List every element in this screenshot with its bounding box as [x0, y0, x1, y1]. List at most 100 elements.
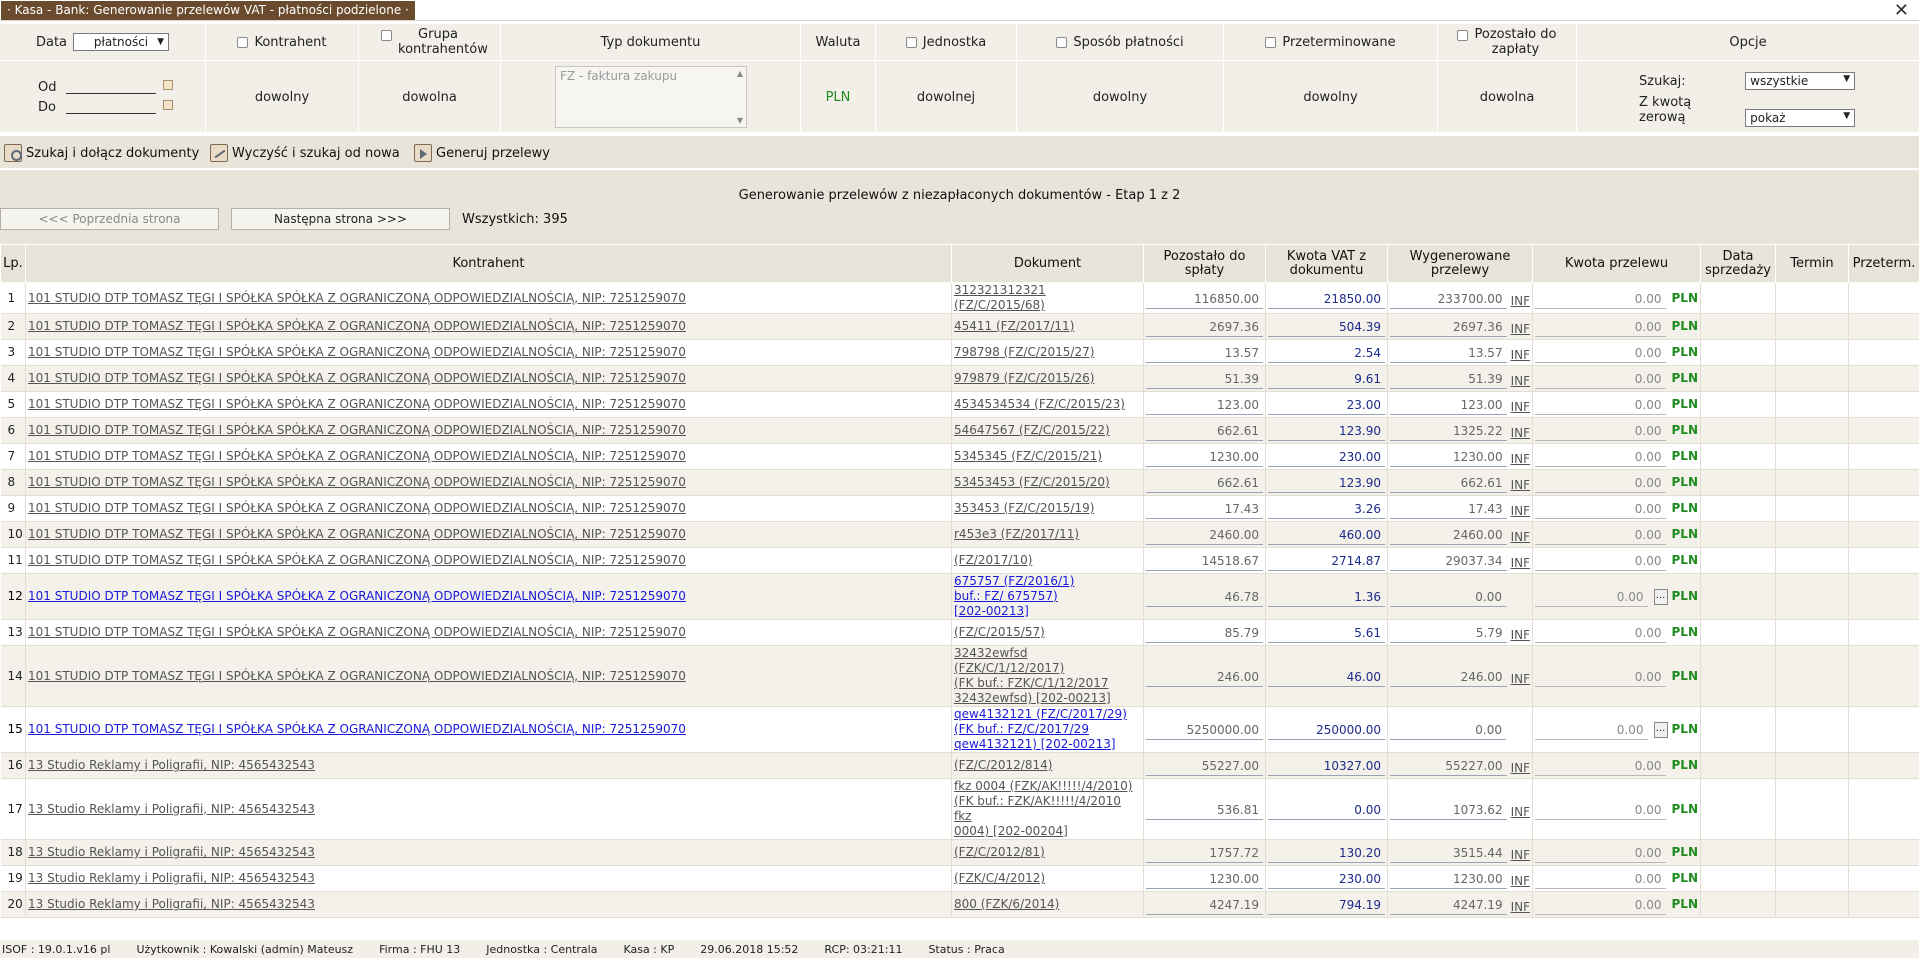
- transfer-amount-input[interactable]: 0.00: [1535, 424, 1666, 441]
- col-lp[interactable]: Lp.: [0, 244, 26, 283]
- transfer-amount-input[interactable]: 0.00: [1535, 759, 1666, 776]
- next-page-button[interactable]: Następna strona >>>: [231, 208, 450, 230]
- inf-link[interactable]: INF: [1511, 672, 1530, 687]
- table-row[interactable]: 9 101 STUDIO DTP TOMASZ TĘGI I SPÓŁKA SPÓ…: [0, 495, 1919, 522]
- col-data-sprzedazy[interactable]: Data sprzedaży: [1700, 244, 1776, 283]
- generate-transfers-button[interactable]: Generuj przelewy: [414, 143, 550, 163]
- inf-link[interactable]: INF: [1511, 628, 1530, 643]
- zerowa-select[interactable]: pokaż ▼: [1745, 108, 1856, 127]
- inf-link[interactable]: INF: [1511, 504, 1530, 519]
- inf-link[interactable]: INF: [1511, 374, 1530, 389]
- scroll-down-icon[interactable]: ▼: [737, 116, 743, 125]
- transfer-amount-input[interactable]: 0.00: [1535, 502, 1666, 519]
- document-link[interactable]: r453e3 (FZ/2017/11): [951, 521, 1144, 548]
- contractor-link[interactable]: 13 Studio Reklamy i Poligrafii, NIP: 456…: [28, 897, 315, 911]
- transfer-amount-input[interactable]: 0.00: [1535, 528, 1666, 545]
- table-row[interactable]: 8 101 STUDIO DTP TOMASZ TĘGI I SPÓŁKA SPÓ…: [0, 469, 1919, 496]
- przeterminowane-value[interactable]: dowolny: [1224, 62, 1437, 132]
- document-type-list[interactable]: FZ - faktura zakupu ▲ ▼: [555, 66, 747, 128]
- document-link[interactable]: 54647567 (FZ/C/2015/22): [951, 417, 1144, 444]
- transfer-amount-input[interactable]: 0.00: [1535, 898, 1666, 915]
- document-link[interactable]: 798798 (FZ/C/2015/27): [951, 339, 1144, 366]
- search-attach-button[interactable]: Szukaj i dołącz dokumenty: [4, 143, 199, 163]
- col-kontrahent[interactable]: Kontrahent: [25, 244, 952, 283]
- transfer-amount-input[interactable]: 0.00: [1535, 670, 1666, 687]
- data-type-select[interactable]: płatności ▼: [73, 33, 170, 51]
- pozostalo-checkbox[interactable]: [1456, 29, 1468, 41]
- inf-link[interactable]: INF: [1511, 848, 1530, 863]
- document-link[interactable]: (FZ/2017/10): [951, 547, 1144, 574]
- contractor-link[interactable]: 13 Studio Reklamy i Poligrafii, NIP: 456…: [28, 802, 315, 816]
- contractor-link[interactable]: 13 Studio Reklamy i Poligrafii, NIP: 456…: [28, 871, 315, 885]
- document-link[interactable]: (FZ/C/2015/57): [951, 619, 1144, 646]
- inf-link[interactable]: INF: [1511, 761, 1530, 776]
- pozostalo-value[interactable]: dowolna: [1438, 62, 1576, 132]
- col-termin[interactable]: Termin: [1775, 244, 1849, 283]
- grupa-value[interactable]: dowolna: [359, 62, 500, 132]
- table-row[interactable]: 1 101 STUDIO DTP TOMASZ TĘGI I SPÓŁKA SPÓ…: [0, 282, 1919, 314]
- contractor-link[interactable]: 101 STUDIO DTP TOMASZ TĘGI I SPÓŁKA SPÓŁ…: [28, 319, 686, 333]
- inf-link[interactable]: INF: [1511, 452, 1530, 467]
- table-row[interactable]: 14 101 STUDIO DTP TOMASZ TĘGI I SPÓŁKA SP…: [0, 645, 1919, 707]
- contractor-link[interactable]: 101 STUDIO DTP TOMASZ TĘGI I SPÓŁKA SPÓŁ…: [28, 669, 686, 683]
- inf-link[interactable]: INF: [1511, 294, 1530, 309]
- inf-link[interactable]: INF: [1511, 400, 1530, 415]
- transfer-amount-input[interactable]: 0.00: [1535, 346, 1666, 363]
- kontrahent-checkbox[interactable]: [237, 36, 249, 48]
- document-link[interactable]: 979879 (FZ/C/2015/26): [951, 365, 1144, 392]
- table-row[interactable]: 7 101 STUDIO DTP TOMASZ TĘGI I SPÓŁKA SPÓ…: [0, 443, 1919, 470]
- more-options-button[interactable]: ...: [1653, 721, 1668, 738]
- document-link[interactable]: (FZ/C/2012/814): [951, 752, 1144, 779]
- inf-link[interactable]: INF: [1511, 348, 1530, 363]
- table-row[interactable]: 2 101 STUDIO DTP TOMASZ TĘGI I SPÓŁKA SPÓ…: [0, 313, 1919, 340]
- inf-link[interactable]: INF: [1511, 426, 1530, 441]
- col-dokument[interactable]: Dokument: [951, 244, 1144, 283]
- contractor-link[interactable]: 101 STUDIO DTP TOMASZ TĘGI I SPÓŁKA SPÓŁ…: [28, 722, 686, 736]
- clear-search-button[interactable]: Wyczyść i szukaj od nowa: [210, 143, 400, 163]
- transfer-amount-input[interactable]: 0.00: [1535, 803, 1666, 820]
- contractor-link[interactable]: 101 STUDIO DTP TOMASZ TĘGI I SPÓŁKA SPÓŁ…: [28, 589, 686, 603]
- prev-page-button[interactable]: <<< Poprzednia strona: [0, 208, 219, 230]
- transfer-amount-input[interactable]: 0.00: [1535, 398, 1666, 415]
- transfer-amount-input[interactable]: 0.00: [1535, 872, 1666, 889]
- jednostka-checkbox[interactable]: [905, 36, 917, 48]
- table-row[interactable]: 18 13 Studio Reklamy i Poligrafii, NIP: 4…: [0, 839, 1919, 866]
- document-link[interactable]: 312321312321 (FZ/C/2015/68): [951, 282, 1144, 314]
- document-link[interactable]: 53453453 (FZ/C/2015/20): [951, 469, 1144, 496]
- contractor-link[interactable]: 101 STUDIO DTP TOMASZ TĘGI I SPÓŁKA SPÓŁ…: [28, 371, 686, 385]
- contractor-link[interactable]: 101 STUDIO DTP TOMASZ TĘGI I SPÓŁKA SPÓŁ…: [28, 423, 686, 437]
- contractor-link[interactable]: 101 STUDIO DTP TOMASZ TĘGI I SPÓŁKA SPÓŁ…: [28, 345, 686, 359]
- transfer-amount-input[interactable]: 0.00: [1535, 372, 1666, 389]
- contractor-link[interactable]: 101 STUDIO DTP TOMASZ TĘGI I SPÓŁKA SPÓŁ…: [28, 475, 686, 489]
- table-row[interactable]: 5 101 STUDIO DTP TOMASZ TĘGI I SPÓŁKA SPÓ…: [0, 391, 1919, 418]
- table-row[interactable]: 13 101 STUDIO DTP TOMASZ TĘGI I SPÓŁKA SP…: [0, 619, 1919, 646]
- inf-link[interactable]: INF: [1511, 322, 1530, 337]
- close-icon[interactable]: ✕: [1894, 0, 1909, 21]
- document-link[interactable]: 32432ewfsd (FZK/C/1/12/2017) (FK buf.: FZ…: [951, 645, 1144, 707]
- contractor-link[interactable]: 101 STUDIO DTP TOMASZ TĘGI I SPÓŁKA SPÓŁ…: [28, 553, 686, 567]
- transfer-amount-input[interactable]: 0.00: [1535, 476, 1666, 493]
- table-row[interactable]: 3 101 STUDIO DTP TOMASZ TĘGI I SPÓŁKA SPÓ…: [0, 339, 1919, 366]
- grupa-checkbox[interactable]: [381, 29, 392, 41]
- table-row[interactable]: 11 101 STUDIO DTP TOMASZ TĘGI I SPÓŁKA SP…: [0, 547, 1919, 574]
- inf-link[interactable]: INF: [1511, 805, 1530, 820]
- transfer-amount-input[interactable]: 0.00: [1535, 450, 1666, 467]
- inf-link[interactable]: INF: [1511, 900, 1530, 915]
- document-link[interactable]: fkz 0004 (FZK/AK!!!!!/4/2010) (FK buf.: F…: [951, 778, 1144, 840]
- table-row[interactable]: 16 13 Studio Reklamy i Poligrafii, NIP: 4…: [0, 752, 1919, 779]
- date-from-input[interactable]: [66, 80, 157, 94]
- document-link[interactable]: 675757 (FZ/2016/1) buf.: FZ/ 675757) [202-…: [951, 573, 1144, 620]
- table-row[interactable]: 4 101 STUDIO DTP TOMASZ TĘGI I SPÓŁKA SPÓ…: [0, 365, 1919, 392]
- document-link[interactable]: 45411 (FZ/2017/11): [951, 313, 1144, 340]
- document-link[interactable]: (FZ/C/2012/81): [951, 839, 1144, 866]
- contractor-link[interactable]: 13 Studio Reklamy i Poligrafii, NIP: 456…: [28, 758, 315, 772]
- table-row[interactable]: 12 101 STUDIO DTP TOMASZ TĘGI I SPÓŁKA SP…: [0, 573, 1919, 620]
- kontrahent-value[interactable]: dowolny: [206, 62, 358, 132]
- contractor-link[interactable]: 101 STUDIO DTP TOMASZ TĘGI I SPÓŁKA SPÓŁ…: [28, 527, 686, 541]
- calendar-icon[interactable]: [163, 99, 174, 110]
- transfer-amount-input[interactable]: 0.00: [1535, 590, 1648, 607]
- more-options-button[interactable]: ...: [1653, 588, 1668, 605]
- przeterminowane-checkbox[interactable]: [1265, 36, 1277, 48]
- table-row[interactable]: 17 13 Studio Reklamy i Poligrafii, NIP: 4…: [0, 778, 1919, 840]
- waluta-value[interactable]: PLN: [801, 62, 875, 132]
